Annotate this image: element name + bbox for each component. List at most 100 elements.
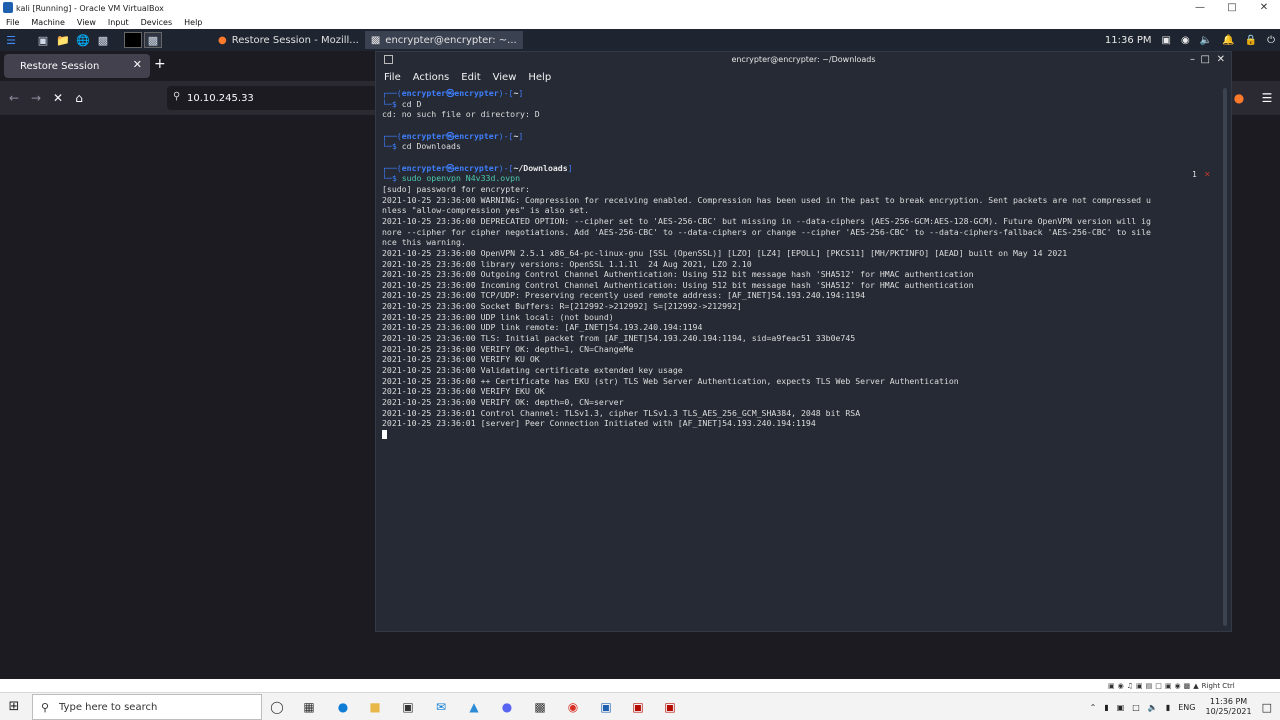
hamburger-menu-icon[interactable]: ☰ bbox=[1258, 89, 1276, 107]
windows-search-box[interactable]: ⚲ Type here to search bbox=[32, 694, 262, 720]
virtualbox-icon[interactable]: ▣ bbox=[596, 698, 616, 716]
firefox-icon: ● bbox=[218, 34, 227, 46]
cortana-icon[interactable]: ◯ bbox=[267, 698, 287, 716]
audio-icon[interactable]: ♫ bbox=[1127, 682, 1133, 690]
system-tray: ⌃ ▮ ▣ □ 🔈 ▮ ENG 11:36 PM 10/25/2021 □ bbox=[1086, 695, 1276, 719]
terminal-command: sudo openvpn N4v33d.ovpn bbox=[401, 173, 521, 184]
forward-icon[interactable]: → bbox=[27, 89, 45, 107]
minimize-icon[interactable]: — bbox=[1184, 0, 1216, 16]
workspace-1-icon[interactable]: ​ bbox=[124, 32, 142, 48]
terminal-maximize-icon[interactable]: □ bbox=[1201, 52, 1210, 68]
terminal-output[interactable]: ┌──(encrypter㉿encrypter)-[~] └─$ cd Dcd: … bbox=[382, 88, 1227, 628]
vbox-menu-machine[interactable]: Machine bbox=[31, 18, 65, 27]
usb-icon[interactable]: ▤ bbox=[1146, 682, 1153, 690]
tray-battery-icon[interactable]: ▮ bbox=[1166, 703, 1170, 712]
terminal-output-line: 2021-10-25 23:36:00 library versions: Op… bbox=[382, 258, 752, 269]
windows-taskbar: ⊞ ⚲ Type here to search ◯ ▦ ● ■ ▣ ✉ ▲ ● … bbox=[0, 692, 1280, 720]
kali-menu-icon[interactable]: ☰ bbox=[2, 32, 20, 48]
tray-volume-icon[interactable]: 🔈 bbox=[1148, 703, 1158, 712]
terminal-side-number: 1 bbox=[1192, 170, 1197, 179]
task-firefox-label: Restore Session - Mozill... bbox=[231, 34, 359, 46]
close-icon[interactable]: ✕ bbox=[1248, 0, 1280, 16]
terminal-output-line: 2021-10-25 23:36:00 TLS: Initial packet … bbox=[382, 333, 856, 344]
lock-icon[interactable]: 🔒 bbox=[1245, 35, 1257, 46]
record-icon[interactable]: ◉ bbox=[1181, 35, 1190, 46]
vbox-menu-help[interactable]: Help bbox=[184, 18, 202, 27]
terminal-close-icon[interactable]: ✕ bbox=[1217, 52, 1225, 68]
screen-recorder-icon[interactable]: ▣ bbox=[660, 698, 680, 716]
file-manager-icon[interactable]: 📁 bbox=[54, 32, 72, 48]
vbox-menu-view[interactable]: View bbox=[77, 18, 96, 27]
terminal-side-close-icon[interactable]: ✕ bbox=[1204, 170, 1211, 179]
back-icon[interactable]: ← bbox=[5, 89, 23, 107]
hdd-icon[interactable]: ▣ bbox=[1108, 682, 1115, 690]
prompt-user: encrypter㉿encrypter bbox=[401, 88, 499, 98]
task-terminal[interactable]: ▩ encrypter@encrypter: ~... bbox=[364, 31, 523, 49]
terminal-menu-help[interactable]: Help bbox=[528, 72, 551, 83]
pdf-app-icon[interactable]: ▣ bbox=[628, 698, 648, 716]
guest-screen: ☰ ▣ 📁 🌐 ▩ ​ ▩ ● Restore Session - Mozill… bbox=[0, 29, 1280, 679]
network-icon[interactable]: ▣ bbox=[1136, 682, 1143, 690]
power-icon[interactable]: ⏻ bbox=[1267, 35, 1275, 46]
edge-icon[interactable]: ● bbox=[333, 698, 353, 716]
show-desktop-icon[interactable]: ▣ bbox=[34, 32, 52, 48]
terminal-output-line: 2021-10-25 23:36:01 [server] Peer Connec… bbox=[382, 418, 816, 429]
action-center-icon[interactable]: □ bbox=[1262, 701, 1272, 714]
terminal-launcher-icon[interactable]: ▩ bbox=[94, 32, 112, 48]
azure-icon[interactable]: ▲ bbox=[464, 698, 484, 716]
vbox-menu-file[interactable]: File bbox=[6, 18, 19, 27]
chrome-icon[interactable]: ◉ bbox=[563, 698, 583, 716]
store-icon[interactable]: ▣ bbox=[398, 698, 418, 716]
tray-folder-icon[interactable]: □ bbox=[1132, 703, 1140, 712]
home-icon[interactable]: ⌂ bbox=[70, 89, 88, 107]
display-status-icon[interactable]: ▣ bbox=[1165, 682, 1172, 690]
notification-bell-icon[interactable]: 🔔 bbox=[1222, 35, 1234, 46]
terminal-menu-edit[interactable]: Edit bbox=[461, 72, 480, 83]
web-browser-icon[interactable]: 🌐 bbox=[74, 32, 92, 48]
recording-icon[interactable]: ◉ bbox=[1175, 682, 1181, 690]
display-icon[interactable]: ▣ bbox=[1162, 35, 1171, 46]
terminal-menu-view[interactable]: View bbox=[493, 72, 517, 83]
windows-clock[interactable]: 11:36 PM 10/25/2021 bbox=[1205, 697, 1251, 717]
terminal-output-line: 2021-10-25 23:36:00 VERIFY OK: depth=0, … bbox=[382, 397, 624, 408]
discord-icon[interactable]: ● bbox=[497, 698, 517, 716]
vbox-menu-input[interactable]: Input bbox=[108, 18, 129, 27]
windows-search-placeholder: Type here to search bbox=[59, 701, 158, 713]
close-tab-icon[interactable]: ✕ bbox=[133, 58, 142, 71]
terminal-menu-actions[interactable]: Actions bbox=[413, 72, 450, 83]
tray-network-icon[interactable]: ▣ bbox=[1117, 703, 1125, 712]
stop-icon[interactable]: ✕ bbox=[49, 89, 67, 107]
cpu-icon[interactable]: ▩ bbox=[1184, 682, 1191, 690]
shared-folder-icon[interactable]: □ bbox=[1155, 682, 1162, 690]
file-explorer-icon[interactable]: ■ bbox=[365, 698, 385, 716]
mail-icon[interactable]: ✉ bbox=[431, 698, 451, 716]
mouse-integration-icon[interactable]: ▲ bbox=[1193, 682, 1198, 690]
tab-restore-session[interactable]: Restore Session ✕ bbox=[4, 54, 150, 78]
terminal-command: cd D bbox=[401, 98, 422, 109]
vmware-icon[interactable]: ▩ bbox=[530, 698, 550, 716]
volume-icon[interactable]: 🔈 bbox=[1200, 35, 1212, 46]
extensions-icon[interactable]: ● bbox=[1230, 89, 1248, 107]
terminal-minimize-icon[interactable]: – bbox=[1190, 52, 1195, 68]
tray-mic-icon[interactable]: ▮ bbox=[1104, 703, 1108, 712]
prompt-bracket: )-[ bbox=[498, 130, 514, 141]
tray-chevron-icon[interactable]: ⌃ bbox=[1090, 703, 1097, 712]
prompt-bracket: ┌──( bbox=[382, 162, 402, 173]
vbox-menu-devices[interactable]: Devices bbox=[141, 18, 173, 27]
terminal-scrollbar[interactable] bbox=[1223, 88, 1227, 626]
optical-drive-icon[interactable]: ◉ bbox=[1118, 682, 1124, 690]
tab-label: Restore Session bbox=[20, 60, 100, 72]
terminal-menu-file[interactable]: File bbox=[384, 72, 401, 83]
prompt-user: encrypter㉿encrypter bbox=[401, 162, 499, 173]
terminal-window: encrypter@encrypter: ~/Downloads – □ ✕ F… bbox=[375, 51, 1232, 632]
workspace-2-icon[interactable]: ▩ bbox=[144, 32, 162, 48]
terminal-output-line: 2021-10-25 23:36:00 UDP link local: (not… bbox=[382, 311, 614, 322]
maximize-icon[interactable]: □ bbox=[1216, 0, 1248, 16]
new-tab-icon[interactable]: + bbox=[154, 56, 168, 76]
tray-language[interactable]: ENG bbox=[1178, 703, 1195, 712]
kali-clock[interactable]: 11:36 PM bbox=[1105, 35, 1152, 46]
task-view-icon[interactable]: ▦ bbox=[299, 698, 319, 716]
task-firefox[interactable]: ● Restore Session - Mozill... bbox=[212, 31, 365, 49]
windows-start-icon[interactable]: ⊞ bbox=[6, 699, 22, 715]
